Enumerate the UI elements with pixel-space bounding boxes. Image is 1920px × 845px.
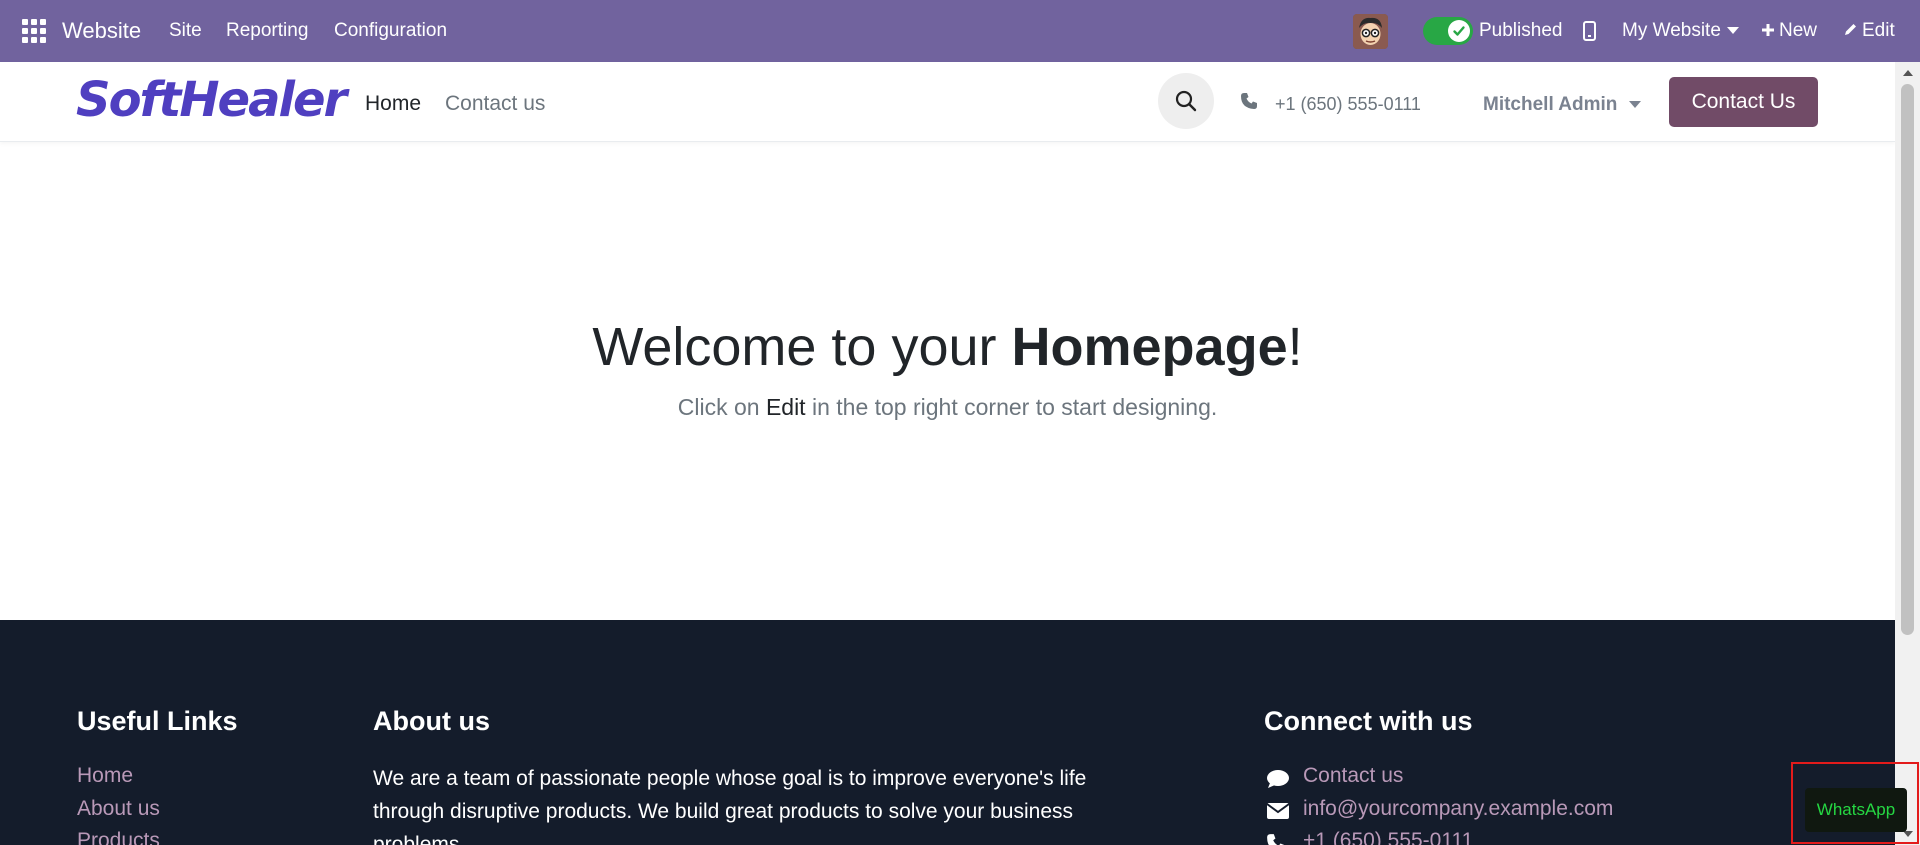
softhealer-logo[interactable]: SoftHealer [76,76,347,124]
header-phone[interactable]: +1 (650) 555-0111 [1275,94,1421,115]
hero-sub-prefix: Click on [677,394,766,420]
about-us-text: We are a team of passionate people whose… [373,767,1087,845]
footer-email-link[interactable]: info@yourcompany.example.com [1303,797,1613,821]
menu-site[interactable]: Site [169,20,202,42]
plus-icon [1762,24,1774,36]
hero-title-bold: Homepage [1011,317,1288,377]
user-avatar[interactable] [1353,14,1388,49]
odoo-navbar: Website Site Reporting Configuration Pub… [0,0,1920,62]
connect-heading: Connect with us [1264,706,1473,736]
hero-sub-suffix: in the top right corner to start designi… [805,394,1218,420]
page-scrollbar[interactable] [1895,62,1920,845]
search-button[interactable] [1158,73,1214,129]
whatsapp-button[interactable]: WhatsApp [1805,788,1907,832]
app-title[interactable]: Website [62,18,141,44]
phone-icon [1241,93,1257,109]
scroll-up-arrow-icon[interactable] [1903,70,1913,76]
pencil-icon [1845,24,1856,35]
footer-phone-link[interactable]: +1 (650) 555-0111 [1303,829,1473,845]
hero-title: Welcome to your Homepage! [0,316,1895,378]
my-website-label: My Website [1622,20,1721,41]
hero-title-suffix: ! [1287,317,1303,377]
avatar-cartoon-icon [1353,14,1388,49]
new-label: New [1779,20,1818,41]
phone-icon [1267,834,1285,845]
apps-menu-icon[interactable] [22,19,48,43]
website-header: SoftHealer Home Contact us +1 (650) 555-… [0,62,1895,142]
check-icon [1448,20,1470,42]
edit-label: Edit [1862,20,1895,41]
new-button[interactable]: New [1761,20,1817,42]
hero-sub-edit: Edit [765,394,806,420]
scrollbar-thumb[interactable] [1901,84,1914,635]
published-label[interactable]: Published [1479,20,1562,42]
footer-link-about-us[interactable]: About us [77,797,160,821]
menu-reporting[interactable]: Reporting [226,20,308,42]
nav-home[interactable]: Home [365,92,421,116]
footer: Useful Links Home About us Products Abou… [0,620,1895,845]
footer-link-products[interactable]: Products [77,829,160,845]
footer-link-home[interactable]: Home [77,764,133,788]
user-name: Mitchell Admin [1483,94,1618,115]
edit-button[interactable]: Edit [1843,20,1895,42]
user-dropdown[interactable]: Mitchell Admin [1483,94,1642,116]
mobile-preview-icon[interactable] [1583,21,1596,41]
nav-contact-us[interactable]: Contact us [445,92,545,116]
my-website-dropdown[interactable]: My Website [1622,20,1739,42]
caret-down-icon [1726,27,1739,35]
about-us-heading: About us [373,706,490,736]
contact-us-button[interactable]: Contact Us [1669,77,1818,127]
caret-down-icon [1629,101,1642,109]
envelope-icon [1266,803,1290,819]
footer-contact-link[interactable]: Contact us [1303,764,1403,788]
menu-configuration[interactable]: Configuration [334,20,447,42]
useful-links-heading: Useful Links [77,706,238,736]
search-icon [1175,90,1197,112]
comment-icon [1267,770,1289,788]
hero-title-prefix: Welcome to your [592,317,1012,377]
published-toggle[interactable] [1423,17,1473,45]
hero-subtitle: Click on Edit in the top right corner to… [0,394,1895,421]
